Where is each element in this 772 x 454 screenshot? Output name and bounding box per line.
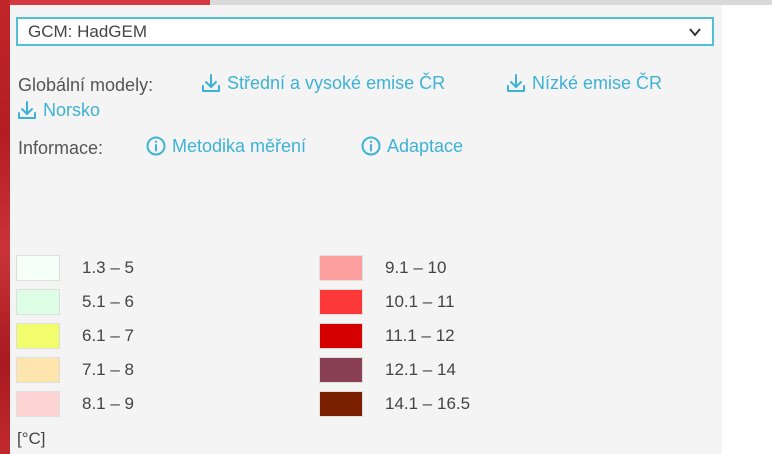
legend-swatch	[16, 391, 60, 417]
legend-label: 12.1 – 14	[385, 360, 456, 379]
download-icon	[507, 74, 525, 92]
legend-swatch	[319, 323, 363, 349]
legend-swatch	[16, 255, 60, 281]
download-link-medium-high-emissions[interactable]: Střední a vysoké emise ČR	[200, 72, 445, 94]
settings-panel: GCM: HadGEM Globální modely: Střední a v…	[10, 5, 722, 454]
legend-item: 14.1 – 16.5	[319, 391, 470, 417]
legend-item: 11.1 – 12	[319, 323, 455, 349]
gcm-model-select[interactable]: GCM: HadGEM	[16, 17, 714, 46]
legend-item: 9.1 – 10	[319, 255, 446, 281]
legend-swatch	[319, 289, 363, 315]
legend-item: 10.1 – 11	[319, 289, 455, 315]
legend-label: 10.1 – 11	[385, 292, 455, 311]
legend-label: 11.1 – 12	[385, 326, 455, 345]
information-label: Informace:	[18, 138, 104, 158]
legend-swatch	[16, 357, 60, 383]
legend-unit: [°C]	[17, 429, 46, 448]
info-link-adaptation[interactable]: Adaptace	[360, 135, 463, 157]
gcm-select-value: GCM: HadGEM	[28, 21, 148, 41]
download-link-label: Nízké emise ČR	[532, 72, 663, 93]
legend-item: 5.1 – 6	[16, 289, 134, 315]
map-background	[722, 5, 772, 454]
info-icon	[146, 136, 166, 156]
download-link-label: Střední a vysoké emise ČR	[227, 72, 446, 93]
info-link-methodology[interactable]: Metodika měření	[145, 135, 306, 157]
legend-item: 12.1 – 14	[319, 357, 456, 383]
download-link-norway[interactable]: Norsko	[16, 99, 100, 121]
download-link-label: Norsko	[43, 99, 101, 120]
legend-item: 1.3 – 5	[16, 255, 134, 281]
legend-item: 8.1 – 9	[16, 391, 134, 417]
legend-swatch	[319, 357, 363, 383]
info-link-label: Adaptace	[387, 135, 464, 156]
download-icon	[202, 74, 220, 92]
legend-swatch	[16, 289, 60, 315]
legend-swatch	[319, 391, 363, 417]
legend-swatch	[16, 323, 60, 349]
global-models-label: Globální modely:	[18, 75, 154, 95]
legend-label: 6.1 – 7	[82, 326, 134, 345]
legend-item: 6.1 – 7	[16, 323, 134, 349]
map-edge	[0, 0, 12, 454]
download-link-low-emissions[interactable]: Nízké emise ČR	[505, 72, 662, 94]
info-icon	[361, 136, 381, 156]
legend-swatch	[319, 255, 363, 281]
legend-item: 7.1 – 8	[16, 357, 134, 383]
legend-label: 1.3 – 5	[82, 258, 134, 277]
chevron-down-icon	[689, 27, 701, 37]
legend-label: 9.1 – 10	[385, 258, 447, 277]
legend-label: 7.1 – 8	[82, 360, 134, 379]
download-icon	[18, 101, 36, 119]
legend-label: 8.1 – 9	[82, 394, 134, 413]
legend-label: 14.1 – 16.5	[385, 394, 471, 413]
info-link-label: Metodika měření	[172, 135, 307, 156]
legend-label: 5.1 – 6	[82, 292, 134, 311]
